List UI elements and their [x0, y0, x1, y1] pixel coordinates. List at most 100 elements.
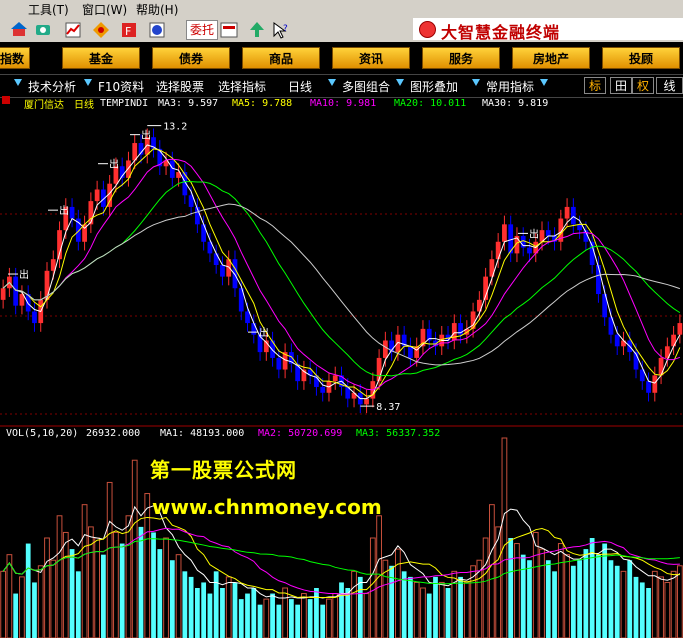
candle-body: [94, 189, 100, 202]
volume-bar: [19, 576, 25, 638]
volume-chart[interactable]: [0, 426, 683, 638]
window-layout-icon[interactable]: [220, 21, 238, 39]
volume-bar: [245, 593, 250, 638]
volume-bar: [194, 588, 200, 638]
candle-body: [232, 259, 238, 289]
shield-icon[interactable]: F: [120, 21, 138, 39]
dropdown-icon[interactable]: [396, 79, 404, 86]
volume-bar: [44, 537, 50, 638]
func-overlay[interactable]: 图形叠加: [410, 78, 458, 95]
volume-bar: [458, 576, 463, 638]
volume-bar: [445, 588, 451, 638]
network-icon[interactable]: [34, 21, 52, 39]
menu-help[interactable]: 帮助(H): [136, 1, 178, 18]
price-chart[interactable]: 13.28.37出出出出出出: [0, 96, 683, 426]
func-common-indicator[interactable]: 常用指标: [486, 78, 534, 95]
volume-bar: [101, 554, 106, 638]
dropdown-icon[interactable]: [472, 79, 480, 86]
volume-bar: [182, 571, 188, 638]
volume-bar: [339, 582, 344, 638]
volume-bar: [664, 581, 671, 638]
volume-bar: [614, 565, 620, 638]
volume-bar: [301, 593, 307, 638]
volume-bar: [251, 588, 257, 638]
mark-button[interactable]: 标: [584, 77, 606, 94]
chart-icon[interactable]: [64, 21, 82, 39]
func-select-stock[interactable]: 选择股票: [156, 78, 204, 95]
menu-window[interactable]: 窗口(W): [82, 1, 127, 18]
volume-bar: [646, 588, 651, 638]
candle-body: [32, 311, 37, 324]
category-news[interactable]: 资讯: [332, 47, 410, 69]
volume-bar: [138, 526, 144, 638]
func-technical[interactable]: 技术分析: [28, 78, 76, 95]
dropdown-icon[interactable]: [14, 79, 22, 86]
category-index[interactable]: 指数: [0, 47, 30, 69]
weituo-button[interactable]: 委托: [186, 20, 218, 40]
func-select-indicator[interactable]: 选择指标: [218, 78, 266, 95]
toolbar: F 委托 ? 大智慧金融终端: [0, 18, 683, 43]
volume-bar: [232, 582, 238, 638]
line-button[interactable]: 线: [656, 77, 683, 94]
volume-bar: [527, 560, 532, 638]
menu-bar: 工具(T) 窗口(W) 帮助(H): [0, 0, 683, 18]
candle-body: [545, 230, 551, 236]
category-advisor[interactable]: 投顾: [602, 47, 680, 69]
rights-button[interactable]: 权: [632, 77, 654, 94]
signal-label: 出: [109, 158, 119, 171]
dropdown-icon[interactable]: [328, 79, 336, 86]
volume-bar: [94, 537, 101, 638]
volume-bar: [583, 549, 589, 638]
volume-bar: [307, 599, 313, 638]
func-f10[interactable]: F10资料: [98, 78, 144, 95]
volume-bar: [620, 570, 627, 638]
candle-body: [646, 381, 651, 393]
help-cursor-icon[interactable]: ?: [272, 21, 290, 39]
diamond-icon[interactable]: [92, 21, 110, 39]
volume-bar: [276, 604, 282, 638]
candle-body: [596, 265, 601, 295]
volume-bar: [56, 515, 63, 638]
volume-bar: [539, 548, 545, 638]
menu-tools[interactable]: 工具(T): [28, 1, 69, 18]
volume-bar: [175, 554, 182, 638]
volume-bar: [326, 598, 332, 638]
volume-bar: [295, 604, 301, 638]
grid-button[interactable]: 田: [610, 77, 632, 94]
volume-bar: [270, 593, 275, 638]
volume-bar: [50, 559, 57, 638]
func-daily[interactable]: 日线: [288, 78, 312, 95]
volume-bar: [552, 571, 557, 638]
volume-bar: [119, 543, 125, 638]
brand-banner: 大智慧金融终端: [413, 18, 683, 42]
volume-bar: [639, 582, 645, 638]
category-bond[interactable]: 债券: [152, 47, 230, 69]
dropdown-icon[interactable]: [84, 79, 92, 86]
category-service[interactable]: 服务: [422, 47, 500, 69]
volume-bar: [463, 581, 470, 638]
chart-type-icon[interactable]: [148, 21, 166, 39]
candle-body: [364, 398, 369, 405]
volume-bar: [676, 565, 683, 638]
volume-bar: [670, 570, 677, 638]
volume-bar: [106, 481, 113, 638]
volume-bar: [332, 593, 339, 638]
volume-bar: [188, 576, 194, 638]
home-icon[interactable]: [10, 21, 28, 39]
func-multi-chart[interactable]: 多图组合: [342, 78, 390, 95]
candle-body: [276, 357, 282, 370]
volume-bar: [564, 554, 570, 638]
candle-body: [451, 323, 457, 341]
sync-icon[interactable]: [248, 21, 266, 39]
category-fund[interactable]: 基金: [62, 47, 140, 69]
volume-bar: [151, 532, 156, 638]
signal-label: 出: [141, 129, 151, 142]
dropdown-icon[interactable]: [540, 79, 548, 86]
volume-bar: [545, 560, 551, 638]
volume-bar: [225, 576, 232, 638]
category-realestate[interactable]: 房地产: [512, 47, 590, 69]
category-commodity[interactable]: 商品: [242, 47, 320, 69]
volume-bar: [351, 570, 357, 638]
volume-bar: [651, 570, 658, 638]
brand-title: 大智慧金融终端: [441, 23, 561, 42]
